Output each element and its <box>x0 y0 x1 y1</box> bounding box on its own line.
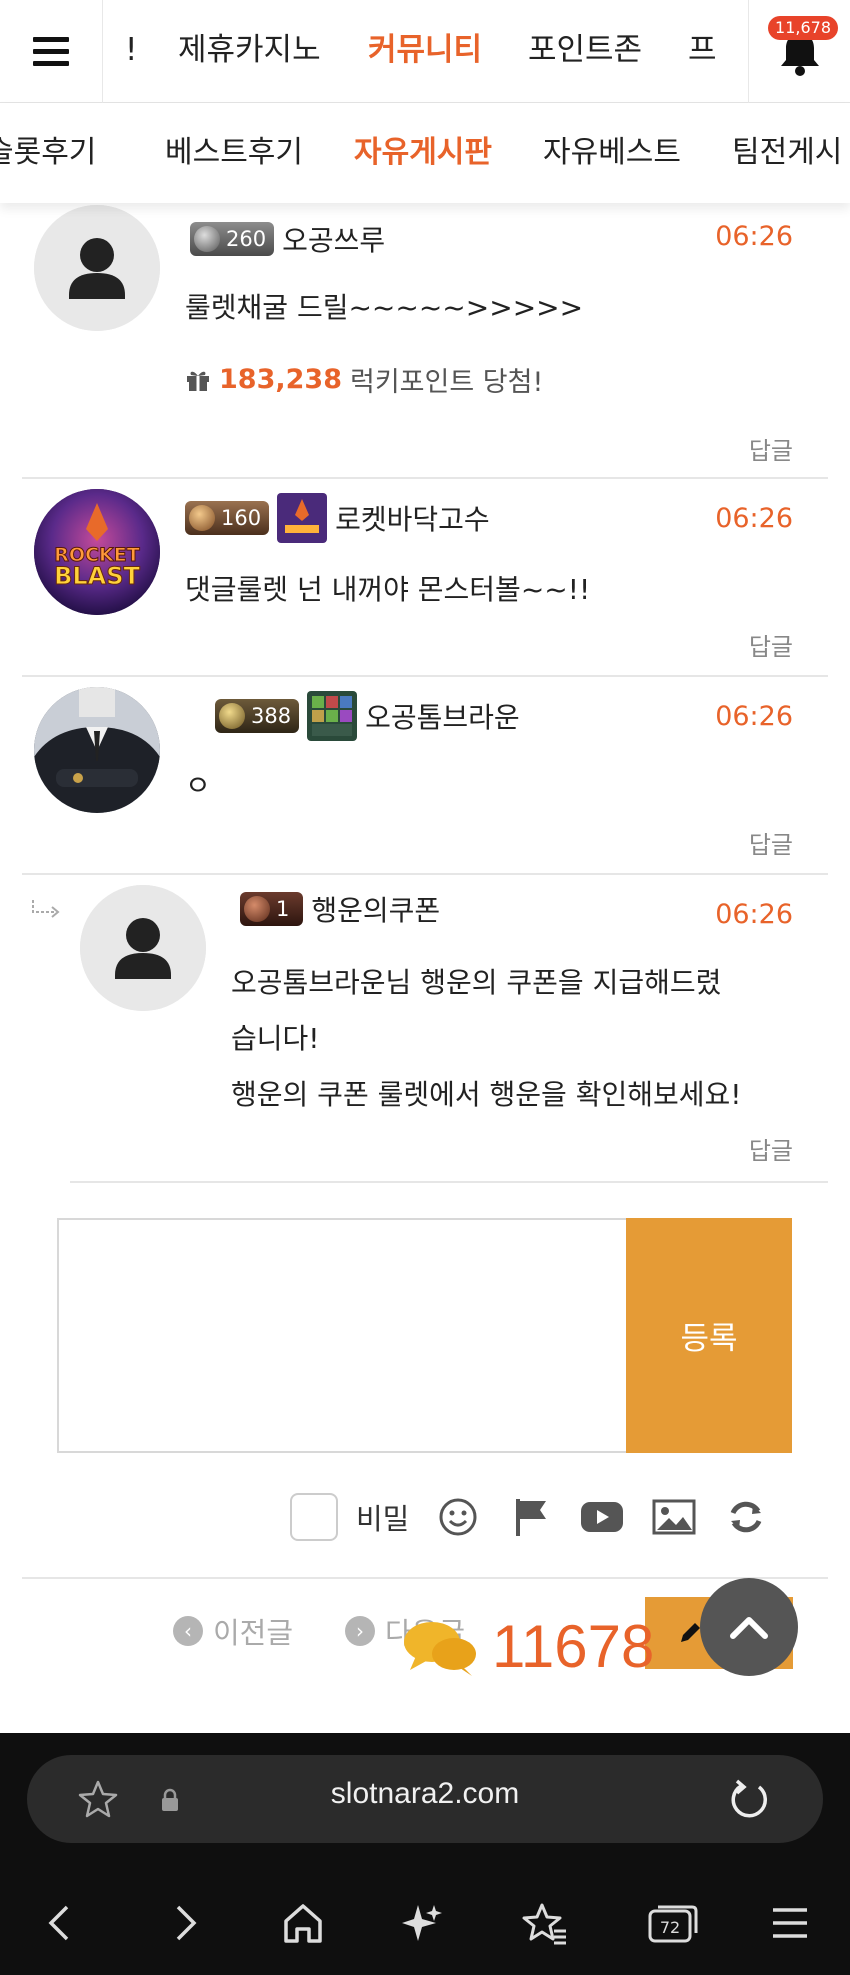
level-badge: 1 <box>240 892 304 926</box>
secret-label: 비밀 <box>356 1502 410 1536</box>
level-gem-icon <box>194 226 220 252</box>
user-icon <box>80 885 206 1011</box>
top-menu: ! 제휴카지노 커뮤니티 포인트존 프 <box>103 0 748 103</box>
username[interactable]: 오공톰브라운 <box>365 696 520 736</box>
comment-write-box: 등록 비밀 <box>22 1183 828 1579</box>
secret-checkbox[interactable] <box>290 1493 338 1541</box>
url-text[interactable]: slotnara2.com <box>27 1777 823 1811</box>
comment-meta: 1 행운의쿠폰 <box>240 889 440 929</box>
notification-button[interactable]: 11,678 <box>748 0 850 103</box>
lucky-point-notice: 183,238 럭키포인트 당첨! <box>185 360 543 399</box>
rocket-blast-avatar-icon: ROCKET BLAST <box>34 489 160 615</box>
level-gem-icon <box>244 896 270 922</box>
menu-icon[interactable] <box>0 0 103 103</box>
username[interactable]: 로켓바닥고수 <box>335 498 490 538</box>
browser-nav: 72 <box>0 1893 850 1953</box>
sub-nav-item-team-board[interactable]: 팀전게시 <box>732 103 842 203</box>
emoji-icon[interactable] <box>431 1490 485 1544</box>
game-badge-icon <box>277 493 328 543</box>
sub-nav-item-free-board[interactable]: 자유게시판 <box>354 103 492 203</box>
forward-icon[interactable] <box>155 1893 215 1953</box>
chevron-left-icon: ‹ <box>173 1616 203 1646</box>
comment-content: 댓글룰렛 넌 내꺼야 몬스터볼~~!! <box>185 573 591 606</box>
comment-content: 오공톰브라운님 행운의 쿠폰을 지급해드렸 습니다! 행운의 쿠폰 룰렛에서 행… <box>231 955 742 1123</box>
more-menu-icon[interactable] <box>760 1893 820 1953</box>
chevron-up-icon <box>730 1617 768 1639</box>
comment-time: 06:26 <box>715 899 793 930</box>
chat-count: 11678 <box>492 1613 655 1680</box>
comment-meta: 160 로켓바닥고수 <box>185 493 490 543</box>
comment-time: 06:26 <box>715 503 793 534</box>
sparkle-icon[interactable] <box>392 1893 452 1953</box>
sub-nav-item-free-best[interactable]: 자유베스트 <box>543 103 681 203</box>
avatar[interactable] <box>34 687 160 813</box>
reload-icon[interactable] <box>727 1777 771 1821</box>
gift-icon <box>187 371 209 391</box>
submit-button[interactable]: 등록 <box>626 1218 792 1453</box>
reply-button[interactable]: 답글 <box>749 825 793 860</box>
scroll-top-button[interactable] <box>700 1578 798 1676</box>
home-icon[interactable] <box>273 1893 333 1953</box>
chat-bubbles-icon <box>404 1621 476 1676</box>
lucky-amount: 183,238 <box>219 364 342 395</box>
comment-content-line: 행운의 쿠폰 룰렛에서 행운을 확인해보세요! <box>231 1078 742 1111</box>
refresh-icon[interactable] <box>719 1490 773 1544</box>
lucky-text: 럭키포인트 당첨! <box>349 367 544 398</box>
comment-item: 260 오공쓰루 06:26 룰렛채굴 드릴~~~~~>>>>> 183,238… <box>22 203 828 479</box>
prev-post-link[interactable]: ‹ 이전글 <box>173 1610 293 1652</box>
browser-bar: slotnara2.com 72 <box>0 1733 850 1975</box>
comment-time: 06:26 <box>715 221 793 252</box>
reply-button[interactable]: 답글 <box>749 627 793 662</box>
tabs-icon[interactable]: 72 <box>637 1893 707 1953</box>
reply-arrow-icon <box>32 900 60 918</box>
reply-button[interactable]: 답글 <box>749 431 793 466</box>
comment-textarea[interactable] <box>57 1218 626 1453</box>
level-gem-icon <box>189 505 215 531</box>
notification-badge: 11,678 <box>768 16 838 40</box>
video-icon[interactable] <box>575 1490 629 1544</box>
sub-nav-item-slot-review[interactable]: 슬롯후기 <box>0 103 96 203</box>
username[interactable]: 오공쓰루 <box>282 219 385 259</box>
comment-meta: 260 오공쓰루 <box>190 219 385 259</box>
top-menu-item-community[interactable]: 커뮤니티 <box>368 0 482 103</box>
username[interactable]: 행운의쿠폰 <box>311 889 440 929</box>
top-menu-item[interactable]: ! <box>125 0 137 103</box>
avatar[interactable]: ROCKET BLAST <box>34 489 160 615</box>
avatar[interactable] <box>34 205 160 331</box>
businessman-avatar-icon <box>34 687 160 813</box>
top-menu-item-point-zone[interactable]: 포인트존 <box>528 0 642 103</box>
comment-content-line: 오공톰브라운님 행운의 쿠폰을 지급해드렸 <box>231 966 722 999</box>
sub-nav: 슬롯후기 베스트후기 자유게시판 자유베스트 팀전게시 <box>0 103 850 203</box>
comment-meta: 388 오공톰브라운 <box>215 691 520 741</box>
address-bar[interactable]: slotnara2.com <box>27 1755 823 1843</box>
reply-comment-item: 1 행운의쿠폰 06:26 오공톰브라운님 행운의 쿠폰을 지급해드렸 습니다!… <box>70 875 828 1183</box>
comment-tools: 비밀 <box>290 1491 800 1543</box>
flag-icon[interactable] <box>503 1490 557 1544</box>
svg-text:72: 72 <box>660 1918 680 1937</box>
sub-nav-item-best-review[interactable]: 베스트후기 <box>165 103 303 203</box>
reply-button[interactable]: 답글 <box>749 1131 793 1166</box>
comment-item: ROCKET BLAST 160 로켓바닥고수 06:26 댓글룰렛 넌 내꺼야… <box>22 479 828 677</box>
comment-content: 룰렛채굴 드릴~~~~~>>>>> <box>185 291 584 324</box>
game-badge-icon <box>307 691 358 741</box>
level-badge: 260 <box>190 222 275 256</box>
image-icon[interactable] <box>647 1490 701 1544</box>
comment-content: ㅇ <box>185 769 211 802</box>
user-icon <box>34 205 160 331</box>
top-menu-item-partial[interactable]: 프 <box>688 0 717 103</box>
svg-text:BLAST: BLAST <box>54 562 140 590</box>
level-badge: 388 <box>215 699 300 733</box>
back-icon[interactable] <box>30 1893 90 1953</box>
chevron-right-icon: › <box>345 1616 375 1646</box>
bookmarks-icon[interactable] <box>515 1893 575 1953</box>
comment-time: 06:26 <box>715 701 793 732</box>
chat-widget[interactable]: 11678 <box>402 1612 654 1681</box>
comment-content-line: 습니다! <box>231 1022 320 1055</box>
avatar[interactable] <box>80 885 206 1011</box>
level-gem-icon <box>219 703 245 729</box>
top-menu-item-partner-casino[interactable]: 제휴카지노 <box>178 0 321 103</box>
comment-item: 388 오공톰브라운 06:26 ㅇ 답글 <box>22 677 828 875</box>
level-badge: 160 <box>185 501 270 535</box>
top-nav: ! 제휴카지노 커뮤니티 포인트존 프 11,678 <box>0 0 850 103</box>
